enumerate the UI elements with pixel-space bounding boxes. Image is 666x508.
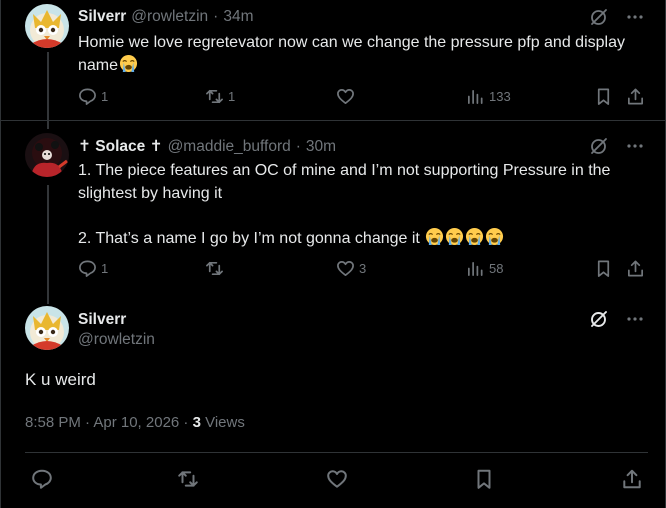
analytics-icon [467, 89, 483, 105]
post-text-content: Homie we love regretevator now can we ch… [78, 34, 625, 74]
character-avatar-icon [25, 133, 69, 177]
reply-icon [79, 88, 96, 105]
post-divider [25, 452, 648, 453]
post-action-bar: 1 3 58 [78, 259, 646, 283]
loudly-crying-face-icon [119, 54, 138, 73]
heart-icon[interactable] [326, 468, 348, 490]
user-handle[interactable]: @maddie_bufford [168, 138, 291, 156]
post-header: ✝ Solace ✝ @maddie_bufford · 30m [78, 137, 336, 156]
loudly-crying-face-icon [486, 227, 504, 246]
reply-post-1[interactable]: Silverr @rowletzin · 34m Homie we love r… [1, 0, 665, 120]
reply-post-2[interactable]: ✝ Solace ✝ @maddie_bufford · 30m 1. The … [1, 121, 665, 286]
like-count: 3 [359, 261, 367, 276]
reply-icon[interactable] [31, 468, 53, 490]
more-options-icon[interactable] [625, 309, 645, 329]
post-text-line-1: 1. The piece features an OC of mine and … [78, 162, 611, 202]
share-icon [627, 88, 644, 105]
post-top-actions [589, 136, 645, 156]
reply-icon [79, 260, 96, 277]
grok-icon[interactable] [589, 136, 609, 156]
post-text: 1. The piece features an OC of mine and … [78, 159, 648, 250]
display-name[interactable]: ✝ Solace ✝ [78, 137, 163, 156]
like-button[interactable]: 3 [336, 259, 366, 278]
thread-connector [47, 52, 49, 120]
heart-icon [337, 260, 354, 277]
grok-icon[interactable] [589, 309, 609, 329]
post-top-actions [589, 7, 645, 27]
grok-icon[interactable] [589, 7, 609, 27]
post-text: Homie we love regretevator now can we ch… [78, 31, 648, 77]
display-name[interactable]: Silverr [78, 8, 126, 26]
repost-button[interactable]: 1 [205, 87, 235, 106]
user-handle[interactable]: @rowletzin [78, 330, 155, 350]
thread-connector [47, 121, 49, 129]
like-button[interactable] [336, 87, 359, 106]
post-text-line-2: 2. That’s a name I go by I’m not gonna c… [78, 227, 648, 250]
main-post-action-bar [25, 468, 648, 492]
share-button[interactable] [626, 87, 645, 106]
avatar[interactable] [25, 4, 69, 48]
thread-connector [47, 185, 49, 286]
view-count: 133 [489, 89, 511, 104]
thread-connector [47, 286, 49, 304]
more-options-icon[interactable] [625, 136, 645, 156]
reply-count: 1 [101, 261, 109, 276]
post-header: Silverr @rowletzin · 34m [78, 8, 254, 26]
views-label: Views [200, 414, 245, 431]
loudly-crying-face-icon [446, 227, 464, 246]
bookmark-icon[interactable] [473, 468, 495, 490]
reply-button[interactable]: 1 [78, 259, 108, 278]
heart-icon [337, 88, 354, 105]
post-action-bar: 1 1 133 [78, 87, 646, 111]
views-button[interactable]: 133 [466, 87, 511, 106]
reply-count: 1 [101, 89, 109, 104]
timestamp-text[interactable]: 8:58 PM · Apr 10, 2026 · [25, 414, 193, 431]
view-count: 58 [489, 261, 504, 276]
repost-count: 1 [228, 89, 236, 104]
repost-icon [206, 261, 223, 276]
loudly-crying-face-icon [466, 227, 484, 246]
share-icon[interactable] [621, 468, 643, 490]
repost-icon [206, 89, 223, 104]
post-top-actions [589, 309, 645, 329]
repost-button[interactable] [205, 259, 228, 278]
share-icon [627, 260, 644, 277]
owl-avatar-icon [25, 306, 69, 350]
share-button[interactable] [626, 259, 645, 278]
avatar[interactable] [25, 306, 69, 350]
avatar[interactable] [25, 133, 69, 177]
bookmark-icon [597, 260, 610, 277]
post-timestamp: 8:58 PM · Apr 10, 2026 · 3 Views [25, 414, 245, 431]
analytics-icon [467, 261, 483, 277]
user-handle[interactable]: @rowletzin [131, 8, 208, 26]
display-name[interactable]: Silverr [78, 310, 155, 330]
post-time[interactable]: 34m [223, 8, 253, 26]
bookmark-button[interactable] [594, 87, 613, 106]
bookmark-icon [597, 88, 610, 105]
conversation-thread: Silverr @rowletzin · 34m Homie we love r… [0, 0, 666, 508]
bookmark-button[interactable] [594, 259, 613, 278]
views-count: 3 [192, 414, 201, 431]
main-post: Silverr @rowletzin K u weird 8:58 PM · A… [1, 286, 665, 508]
post-text-content: 2. That’s a name I go by I’m not gonna c… [78, 230, 420, 247]
post-time[interactable]: 30m [306, 138, 336, 156]
loudly-crying-face-icon [426, 227, 444, 246]
post-text: K u weird [25, 370, 96, 389]
repost-icon[interactable] [177, 468, 199, 490]
owl-avatar-icon [25, 4, 69, 48]
more-options-icon[interactable] [625, 7, 645, 27]
separator: · [213, 8, 219, 25]
reply-button[interactable]: 1 [78, 87, 108, 106]
views-button[interactable]: 58 [466, 259, 503, 278]
author-block: Silverr @rowletzin [78, 310, 155, 350]
separator: · [295, 138, 301, 155]
